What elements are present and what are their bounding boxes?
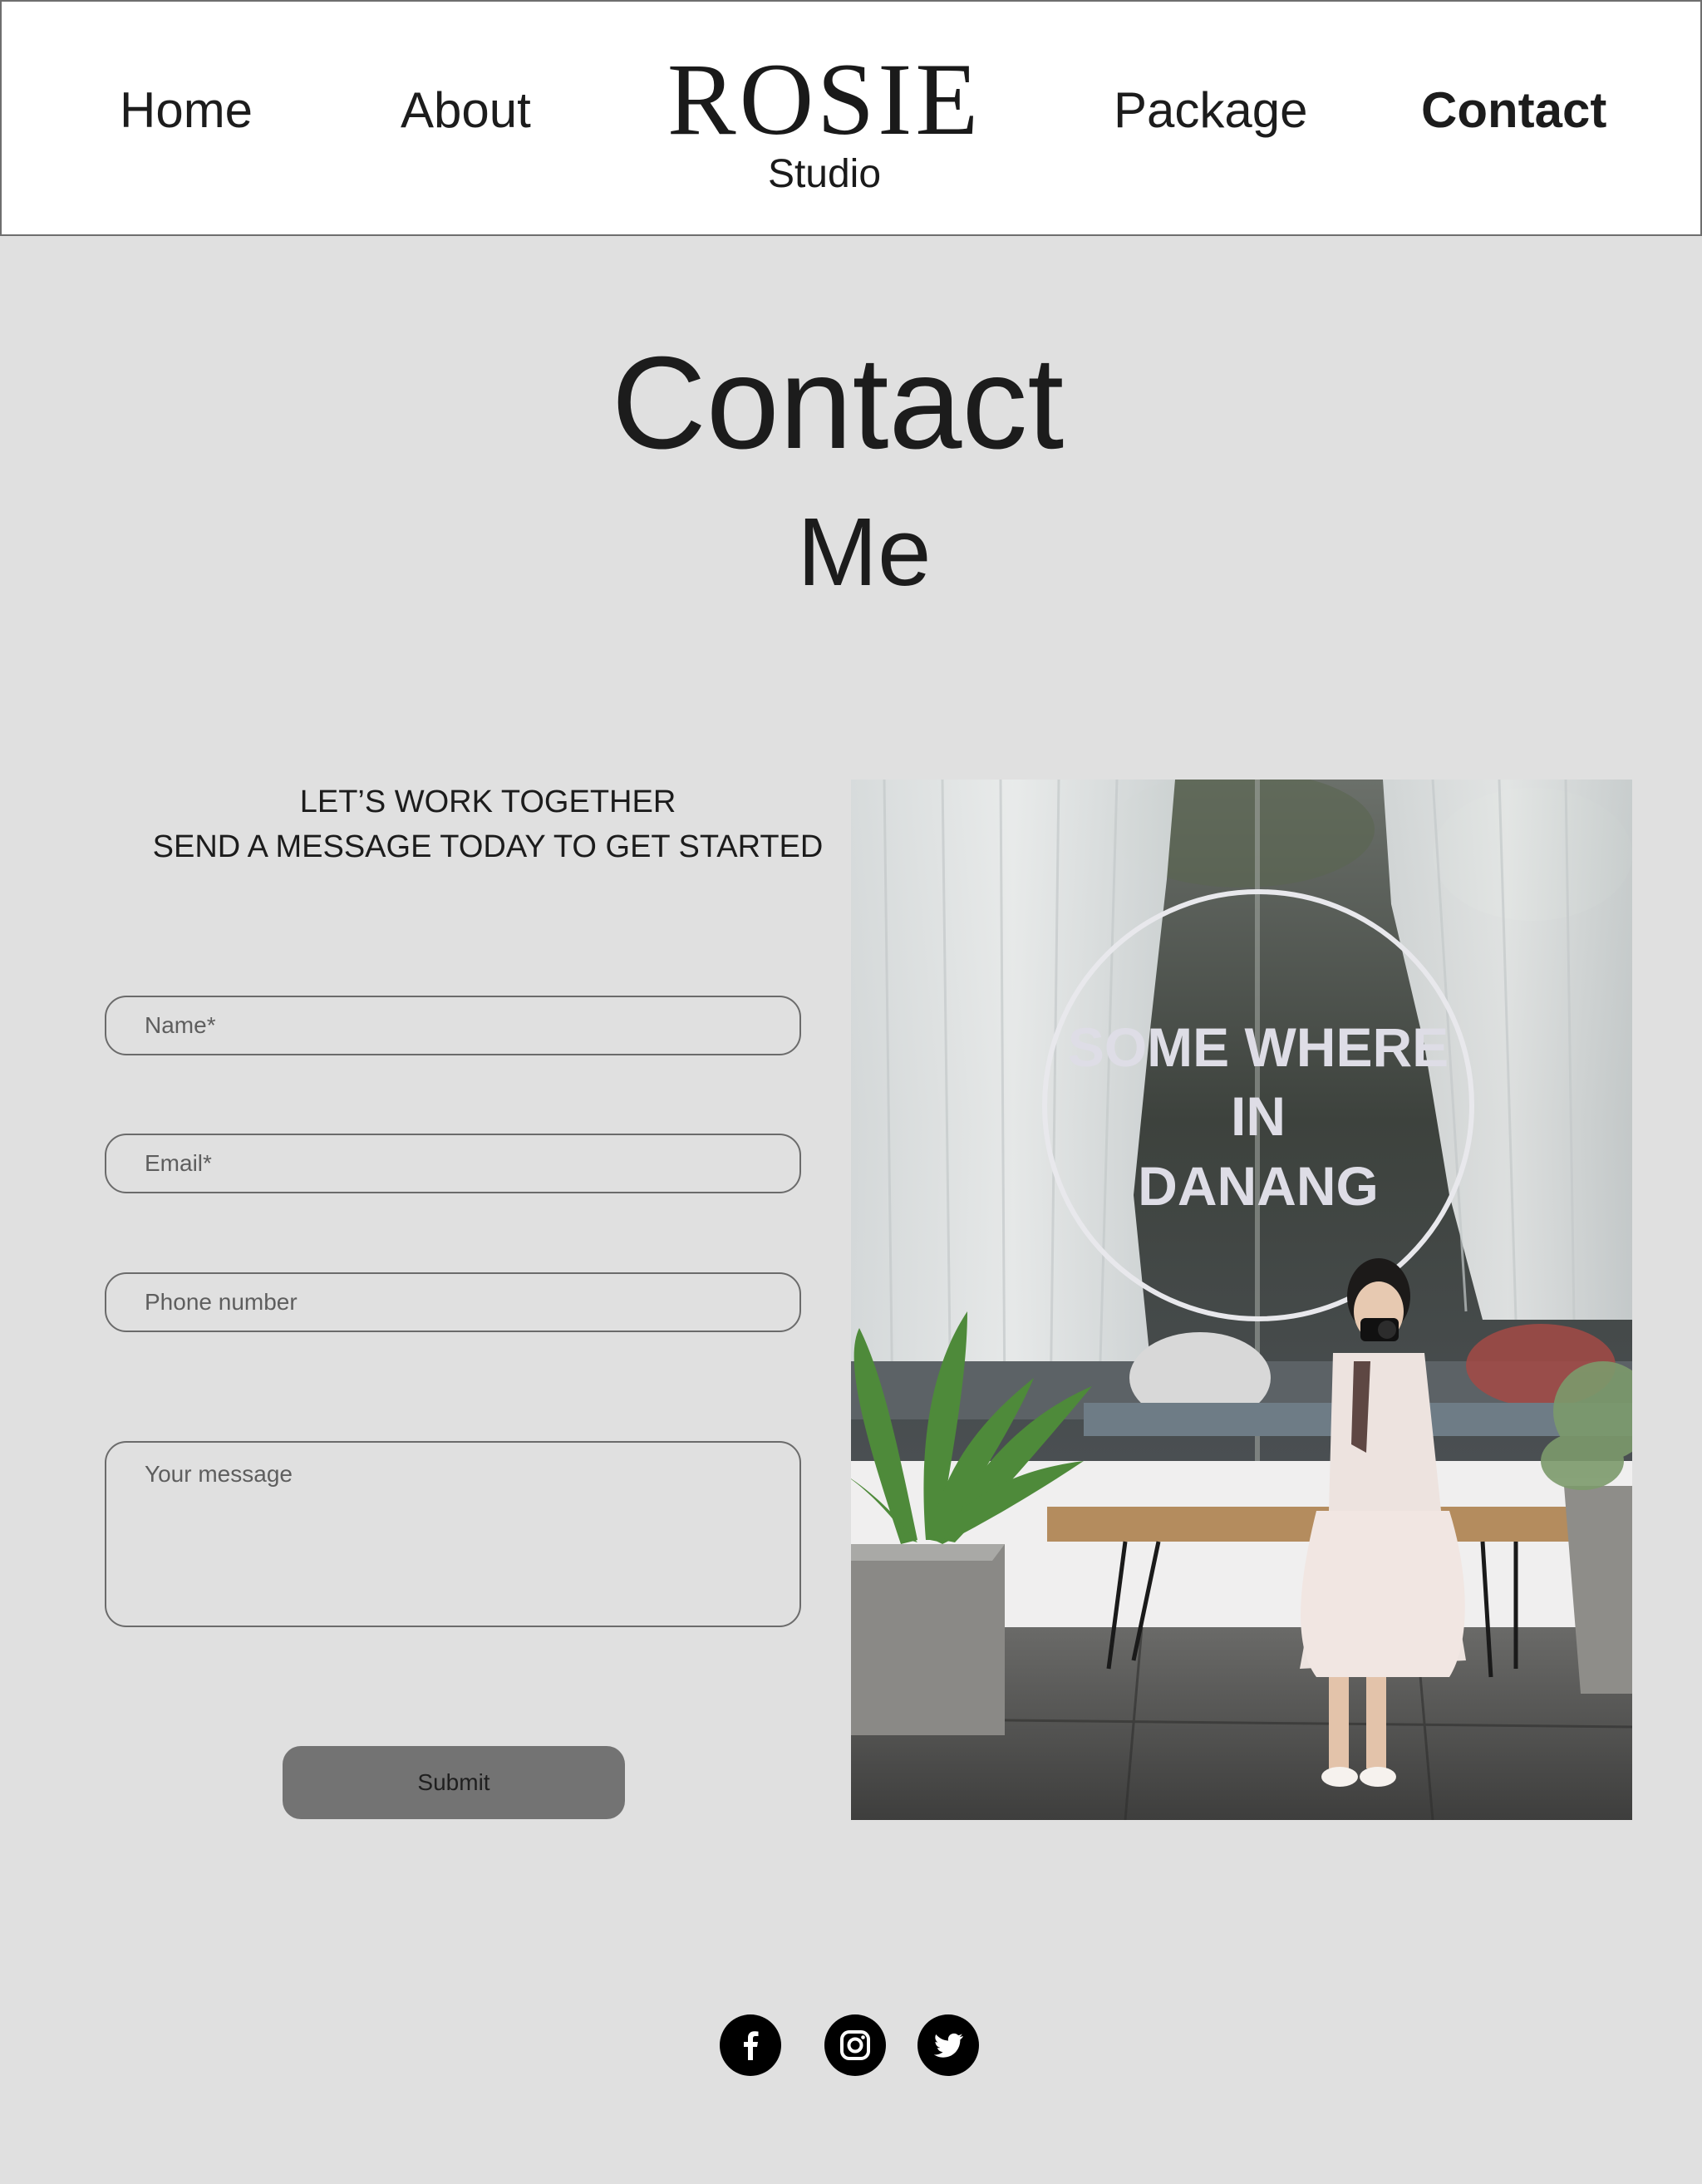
nav-home-link[interactable]: Home — [120, 78, 253, 143]
twitter-icon[interactable] — [917, 2014, 979, 2076]
page-subtitle: Me — [797, 498, 932, 606]
nav-package-link[interactable]: Package — [1114, 78, 1308, 143]
sign-line-3: DANANG — [1138, 1155, 1379, 1217]
nav-contact-link[interactable]: Contact — [1421, 78, 1606, 143]
sign-line-1: SOME WHERE — [1068, 1016, 1449, 1078]
nav-about-link[interactable]: About — [401, 78, 531, 143]
logo-name: ROSIE — [667, 42, 982, 156]
intro-line-2: SEND A MESSAGE TODAY TO GET STARTED — [152, 829, 824, 864]
page-title: Contact — [611, 330, 1065, 476]
message-field[interactable] — [105, 1441, 801, 1627]
submit-button[interactable]: Submit — [283, 1746, 625, 1819]
facebook-icon[interactable] — [720, 2014, 781, 2076]
phone-field[interactable] — [105, 1272, 801, 1332]
name-field[interactable] — [105, 996, 801, 1055]
logo[interactable]: ROSIE Studio — [658, 42, 991, 198]
contact-photo: SOME WHERE IN DANANG — [851, 780, 1632, 1820]
email-field[interactable] — [105, 1134, 801, 1193]
instagram-icon[interactable] — [824, 2014, 886, 2076]
intro-line-1: LET’S WORK TOGETHER — [299, 785, 676, 819]
logo-subtitle: Studio — [767, 152, 882, 196]
site-header: Home About ROSIE Studio Package Contact — [0, 0, 1702, 236]
intro-text: LET’S WORK TOGETHER SEND A MESSAGE TODAY… — [100, 780, 876, 869]
sign-line-2: IN — [1231, 1085, 1286, 1147]
